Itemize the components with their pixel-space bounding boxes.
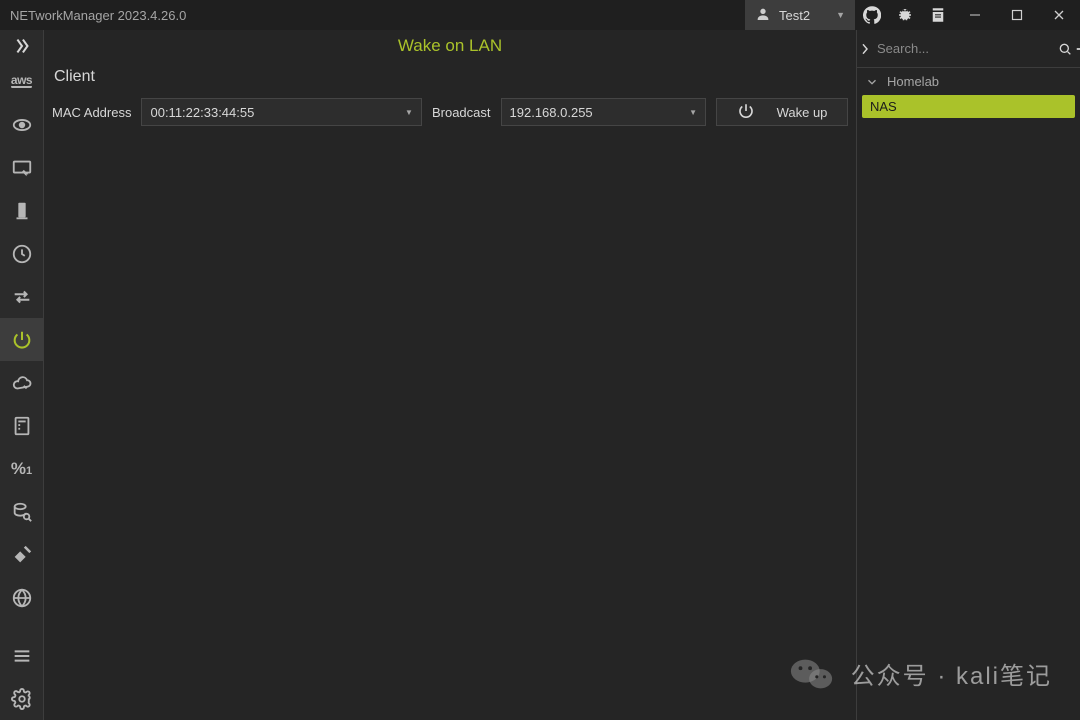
group-header[interactable]: Homelab: [857, 68, 1080, 95]
nav-item-satellite[interactable]: [0, 533, 44, 576]
mac-address-value: 00:11:22:33:44:55: [150, 105, 254, 120]
group-label: Homelab: [887, 74, 939, 89]
nav-item-percent[interactable]: %1: [0, 447, 44, 490]
docs-icon[interactable]: [921, 0, 954, 30]
profile-name: Test2: [779, 8, 810, 23]
user-icon: [755, 6, 771, 25]
profile-item[interactable]: NAS: [862, 95, 1075, 118]
profile-selector[interactable]: Test2 ▼: [745, 0, 855, 30]
nav-item-globe[interactable]: [0, 576, 44, 619]
nav-item-aws[interactable]: aws: [0, 60, 44, 103]
page-title: Wake on LAN: [44, 30, 856, 60]
close-button[interactable]: [1038, 0, 1080, 30]
nav-item-transfer[interactable]: [0, 275, 44, 318]
search-input[interactable]: [873, 41, 1057, 56]
app-title: NETworkManager 2023.4.26.0: [0, 8, 745, 23]
nav-item-power[interactable]: [0, 318, 44, 361]
nav-item-desktop[interactable]: [0, 146, 44, 189]
titlebar: NETworkManager 2023.4.26.0 Test2 ▼: [0, 0, 1080, 30]
caret-down-icon: ▼: [689, 108, 697, 117]
search-row: [857, 30, 1080, 68]
nav-item-settings[interactable]: [0, 677, 44, 720]
nav-item-history[interactable]: [0, 232, 44, 275]
add-icon[interactable]: [1073, 40, 1080, 58]
profile-item-label: NAS: [870, 99, 897, 114]
bug-icon[interactable]: [888, 0, 921, 30]
broadcast-value: 192.168.0.255: [510, 105, 593, 120]
chevron-down-icon: [865, 75, 879, 89]
nav-item-server[interactable]: [0, 189, 44, 232]
section-title: Client: [44, 60, 856, 98]
left-nav: aws %1: [0, 30, 44, 720]
power-icon: [737, 102, 755, 123]
right-panel: Homelab NAS: [857, 30, 1080, 720]
content-area: Wake on LAN Client MAC Address 00:11:22:…: [44, 30, 857, 720]
nav-item-list[interactable]: [0, 634, 44, 677]
expand-nav-button[interactable]: [0, 32, 44, 60]
wol-form: MAC Address 00:11:22:33:44:55 ▼ Broadcas…: [44, 98, 856, 126]
collapse-panel-button[interactable]: [857, 41, 873, 57]
caret-down-icon: ▼: [836, 10, 845, 20]
nav-item-calculator[interactable]: [0, 404, 44, 447]
caret-down-icon: ▼: [405, 108, 413, 117]
broadcast-label: Broadcast: [432, 105, 491, 120]
mac-address-input[interactable]: 00:11:22:33:44:55 ▼: [141, 98, 421, 126]
broadcast-input[interactable]: 192.168.0.255 ▼: [501, 98, 706, 126]
nav-item-dbsearch[interactable]: [0, 490, 44, 533]
wake-up-button[interactable]: Wake up: [716, 98, 848, 126]
maximize-button[interactable]: [996, 0, 1038, 30]
wake-up-label: Wake up: [777, 105, 828, 120]
titlebar-icons: [855, 0, 1080, 30]
nav-item-cloud[interactable]: [0, 361, 44, 404]
github-icon[interactable]: [855, 0, 888, 30]
nav-item-monitor[interactable]: [0, 103, 44, 146]
search-icon[interactable]: [1057, 41, 1073, 57]
minimize-button[interactable]: [954, 0, 996, 30]
mac-label: MAC Address: [52, 105, 131, 120]
